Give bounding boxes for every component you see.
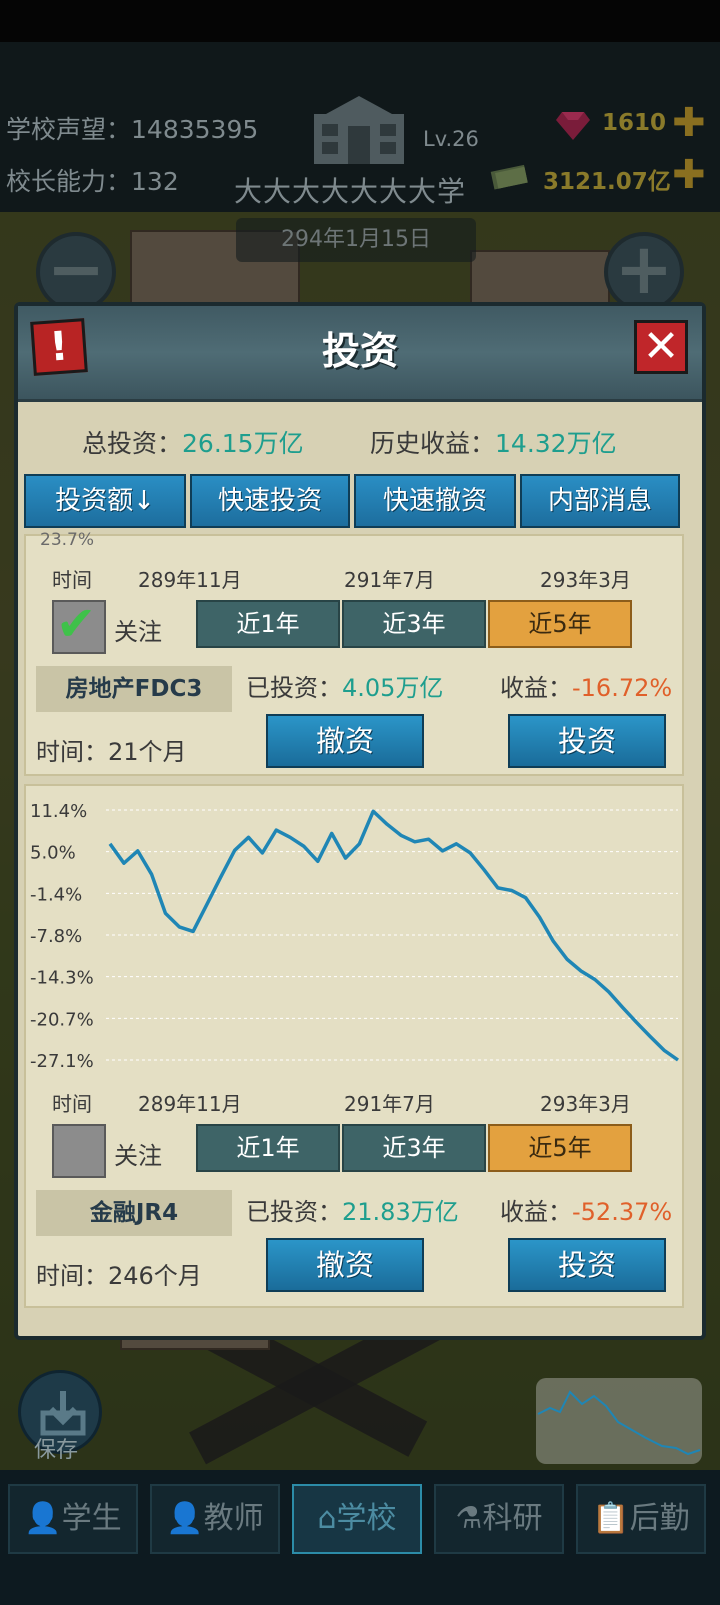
- invested-amount: 已投资：21.83万亿: [246, 1198, 459, 1226]
- zoom-out-button[interactable]: −: [36, 232, 116, 312]
- bottom-navigation: 👤学生 👤教师 ⌂学校 ⚗科研 📋后勤: [0, 1470, 720, 1605]
- teacher-icon: 👤: [166, 1501, 204, 1536]
- checkmark-icon: ✔: [56, 596, 97, 652]
- time-axis-label: 时间: [52, 568, 92, 592]
- y-tick-label: -20.7%: [30, 1009, 94, 1030]
- system-status-bar: [0, 0, 720, 42]
- investment-name: 金融JR4: [36, 1190, 232, 1236]
- y-tick-label: -7.8%: [30, 926, 82, 947]
- school-level: Lv.26: [423, 127, 479, 151]
- save-label: 保存: [34, 1438, 79, 1463]
- clipboard-icon: 📋: [592, 1501, 630, 1536]
- clipped-axis-label: 23.7%: [40, 530, 95, 550]
- gem-icon: [556, 112, 590, 140]
- y-tick-label: -1.4%: [30, 884, 82, 905]
- insider-news-button[interactable]: 内部消息: [520, 474, 680, 528]
- withdraw-button[interactable]: 撤资: [266, 1238, 424, 1292]
- invest-button[interactable]: 投资: [508, 714, 666, 768]
- school-name: 大大大大大大大学: [234, 175, 467, 208]
- y-tick-label: 11.4%: [30, 801, 87, 822]
- range-3-year-button[interactable]: 近3年: [342, 600, 486, 648]
- y-tick-label: -14.3%: [30, 968, 94, 989]
- follow-label: 关注: [114, 618, 162, 646]
- school-building-icon[interactable]: [300, 96, 418, 168]
- range-3-year-button[interactable]: 近3年: [342, 1124, 486, 1172]
- close-button[interactable]: ✕: [634, 320, 688, 374]
- nav-school[interactable]: ⌂学校: [292, 1484, 422, 1554]
- money-count: 3121.07亿: [543, 169, 671, 195]
- x-tick-label: 293年3月: [540, 568, 631, 592]
- cash-icon: [490, 164, 528, 190]
- add-money-button[interactable]: ✚: [672, 155, 706, 195]
- mini-line-chart: [537, 1390, 701, 1456]
- x-tick-label: 291年7月: [344, 568, 435, 592]
- performance-chart: 11.4% 5.0% -1.4% -7.8% -14.3% -20.7% -27.1%: [26, 786, 682, 1076]
- investment-modal: ! 投资 ✕ 总投资：26.15万亿 历史收益：14.32万亿 投资额↓ 快速投…: [14, 302, 706, 1340]
- range-5-year-button[interactable]: 近5年: [488, 1124, 632, 1172]
- withdraw-button[interactable]: 撤资: [266, 714, 424, 768]
- profit-rate: 收益：-52.37%: [500, 1198, 673, 1226]
- nav-research[interactable]: ⚗科研: [434, 1484, 564, 1554]
- quick-invest-button[interactable]: 快速投资: [190, 474, 350, 528]
- line-chart: 11.4% 5.0% -1.4% -7.8% -14.3% -20.7% -27.1%: [30, 801, 680, 1072]
- modal-header: ! 投资 ✕: [18, 306, 702, 402]
- gem-count: 1610: [602, 110, 667, 136]
- investment-name: 房地产FDC3: [36, 666, 232, 712]
- history-profit: 历史收益：14.32万亿: [370, 429, 617, 458]
- sort-by-amount-button[interactable]: 投资额↓: [24, 474, 186, 528]
- reputation-stat: 学校声望：14835395: [6, 115, 259, 144]
- zoom-in-button[interactable]: +: [604, 232, 684, 312]
- x-tick-label: 289年11月: [138, 568, 242, 592]
- x-tick-label: 289年11月: [138, 1092, 242, 1116]
- game-date: 294年1月15日: [236, 218, 476, 262]
- range-1-year-button[interactable]: 近1年: [196, 600, 340, 648]
- follow-checkbox[interactable]: [52, 1124, 106, 1178]
- follow-label: 关注: [114, 1142, 162, 1170]
- flask-icon: ⚗: [455, 1501, 483, 1536]
- series-line: [108, 809, 680, 1062]
- ability-stat: 校长能力：132: [6, 167, 179, 196]
- invest-button[interactable]: 投资: [508, 1238, 666, 1292]
- range-1-year-button[interactable]: 近1年: [196, 1124, 340, 1172]
- nav-teachers[interactable]: 👤教师: [150, 1484, 280, 1554]
- y-tick-label: -27.1%: [30, 1051, 94, 1072]
- mini-chart-widget[interactable]: [536, 1378, 702, 1464]
- school-icon: ⌂: [317, 1501, 337, 1536]
- profit-rate: 收益：-16.72%: [500, 674, 673, 702]
- investment-duration: 时间：246个月: [36, 1262, 202, 1290]
- modal-title: 投资: [321, 329, 398, 373]
- investment-card: 11.4% 5.0% -1.4% -7.8% -14.3% -20.7% -27.1% 时间…: [24, 784, 684, 1308]
- investment-duration: 时间：21个月: [36, 738, 187, 766]
- total-investment: 总投资：26.15万亿: [82, 429, 304, 458]
- x-tick-label: 291年7月: [344, 1092, 435, 1116]
- x-tick-label: 293年3月: [540, 1092, 631, 1116]
- nav-logistics[interactable]: 📋后勤: [576, 1484, 706, 1554]
- add-gems-button[interactable]: ✚: [672, 103, 706, 143]
- investment-card: 23.7% 时间 289年11月 291年7月 293年3月 ✔ 关注 近1年 …: [24, 530, 684, 776]
- y-tick-label: 5.0%: [30, 843, 76, 864]
- quick-withdraw-button[interactable]: 快速撤资: [354, 474, 516, 528]
- student-icon: 👤: [24, 1501, 62, 1536]
- follow-checkbox[interactable]: ✔: [52, 596, 106, 654]
- range-5-year-button[interactable]: 近5年: [488, 600, 632, 648]
- invested-amount: 已投资：4.05万亿: [246, 674, 444, 702]
- nav-students[interactable]: 👤学生: [8, 1484, 138, 1554]
- time-axis-label: 时间: [52, 1092, 92, 1116]
